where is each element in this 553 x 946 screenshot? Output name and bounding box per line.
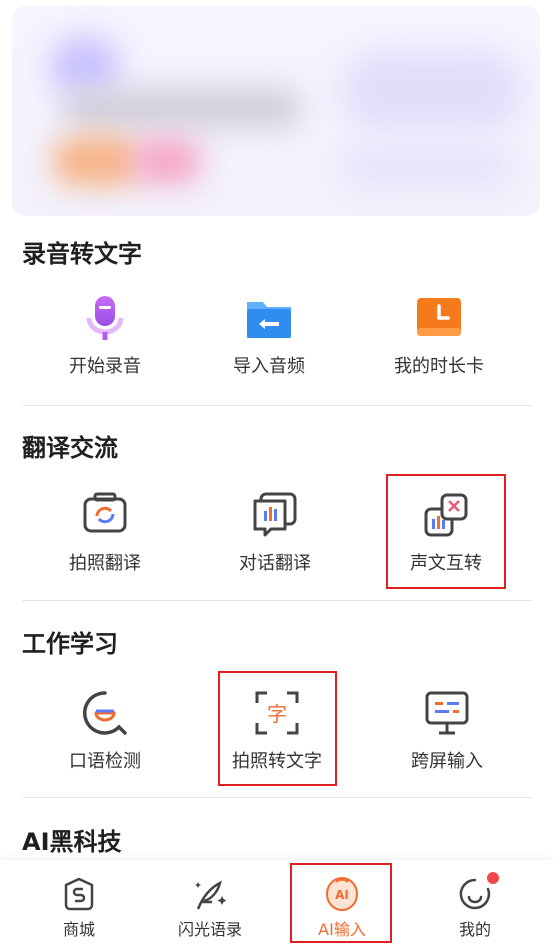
section-title-recording: 录音转文字 xyxy=(22,240,142,268)
banner-blur-shape xyxy=(52,136,142,186)
dialog-translate-icon xyxy=(253,492,297,537)
speech-check-label: 口语检测 xyxy=(69,751,141,772)
banner-blur-shape xyxy=(62,88,302,128)
section-title-translation: 翻译交流 xyxy=(22,434,118,462)
quill-sparkle-icon xyxy=(195,880,227,910)
banner-blur-shape xyxy=(132,138,202,184)
banner-blur-shape xyxy=(50,36,120,96)
speech-check-button[interactable]: 口语检测 xyxy=(30,689,180,773)
nav-item-store[interactable]: 商城 xyxy=(24,876,134,940)
nav-item-flash-quotes[interactable]: 闪光语录 xyxy=(155,876,265,940)
folder-import-icon xyxy=(247,302,291,338)
dialog-translate-button[interactable]: 对话翻译 xyxy=(200,491,350,575)
banner-blur-shape xyxy=(342,146,512,186)
time-card-label: 我的时长卡 xyxy=(394,356,484,377)
section-divider xyxy=(22,600,532,601)
bottom-nav: 商城 闪光语录 AI AI输入 我的 xyxy=(0,860,553,946)
speech-check-icon xyxy=(82,691,127,735)
time-card-button[interactable]: 我的时长卡 xyxy=(364,294,514,378)
banner-blur-shape xyxy=(342,50,522,130)
time-card-icon xyxy=(417,298,461,336)
photo-translate-label: 拍照翻译 xyxy=(69,553,141,574)
cross-screen-input-label: 跨屏输入 xyxy=(411,751,483,772)
camera-translate-icon xyxy=(83,492,127,533)
import-audio-label: 导入音频 xyxy=(233,356,305,377)
notification-badge xyxy=(485,870,501,886)
photo-translate-button[interactable]: 拍照翻译 xyxy=(30,491,180,575)
microphone-icon xyxy=(86,296,124,340)
ai-tools-page: 录音转文字 开始录音 导入音频 我的时长卡 翻译交流 拍照翻译 对话翻译 声文互… xyxy=(0,0,553,946)
nav-item-profile[interactable]: 我的 xyxy=(420,870,530,940)
start-recording-label: 开始录音 xyxy=(69,356,141,377)
nav-label-store: 商城 xyxy=(62,920,95,939)
highlight-box xyxy=(386,474,506,589)
section-divider xyxy=(22,405,532,406)
highlight-box xyxy=(290,863,392,943)
start-recording-button[interactable]: 开始录音 xyxy=(30,294,180,378)
nav-label-flash-quotes: 闪光语录 xyxy=(177,920,242,939)
nav-label-profile: 我的 xyxy=(458,920,491,939)
highlight-box xyxy=(218,671,337,786)
section-title-ai: AI黑科技 xyxy=(22,828,122,856)
store-icon xyxy=(64,877,94,911)
dialog-translate-label: 对话翻译 xyxy=(239,553,311,574)
import-audio-button[interactable]: 导入音频 xyxy=(194,294,344,378)
cross-screen-icon xyxy=(425,691,469,735)
section-title-work: 工作学习 xyxy=(22,630,118,658)
section-divider xyxy=(22,797,532,798)
cross-screen-input-button[interactable]: 跨屏输入 xyxy=(372,689,522,773)
promo-banner[interactable] xyxy=(12,6,540,216)
